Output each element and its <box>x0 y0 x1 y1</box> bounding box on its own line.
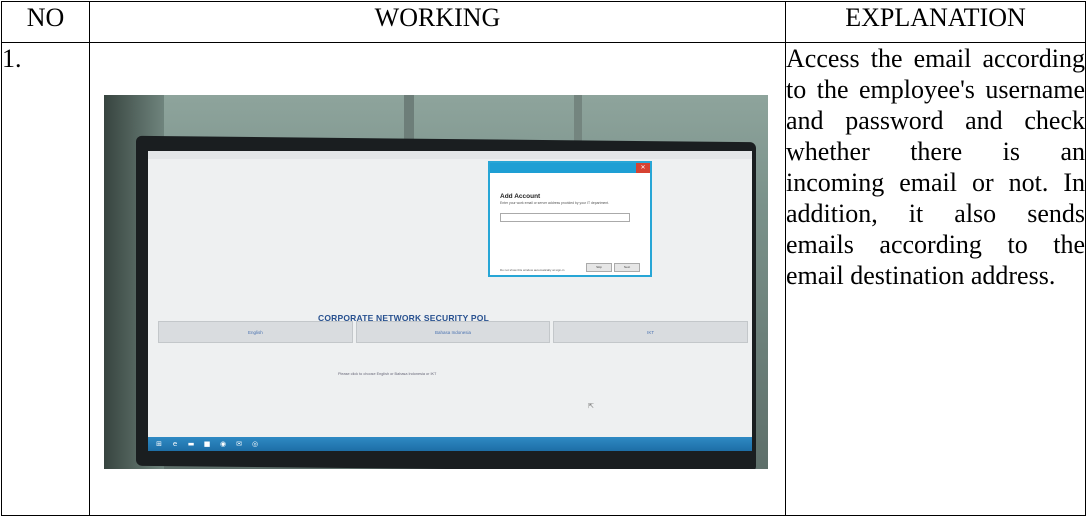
row-number: 1. <box>1 42 90 516</box>
add-account-dialog: Cisco Messaging ✕ Add Account Enter your… <box>488 161 652 277</box>
procedure-table: NO WORKING EXPLANATION 1. CORPORATE NETW… <box>1 1 1086 516</box>
header-working: WORKING <box>89 1 786 43</box>
lang-english: English <box>158 321 353 343</box>
dialog-text: Enter your work email or server address … <box>500 201 610 205</box>
monitor-screen: CORPORATE NETWORK SECURITY POL English B… <box>148 151 752 451</box>
lang-ikt: IKT <box>553 321 749 343</box>
working-cell: CORPORATE NETWORK SECURITY POL English B… <box>89 42 786 516</box>
explanation-text: Access the email according to the employ… <box>786 44 1085 290</box>
dialog-window-title: Cisco Messaging <box>542 177 577 182</box>
start-icon: ⊞ <box>156 439 162 448</box>
app-icon: ■ <box>203 439 211 448</box>
messaging-icon: ✉ <box>236 439 242 448</box>
dialog-heading: Add Account <box>500 193 541 200</box>
dialog-checkbox: Do not show this window automatically at… <box>500 268 565 272</box>
table-row: 1. CORPORATE NETWORK SECURITY POL Englis… <box>1 42 1086 516</box>
background-pole <box>404 95 414 145</box>
explanation-cell: Access the email according to the employ… <box>785 42 1086 516</box>
folder-icon: ▬ <box>187 439 195 448</box>
dialog-skip-button: Skip <box>586 263 612 272</box>
dialog-titlebar: Cisco Messaging ✕ <box>490 163 650 182</box>
language-hint: Please click to choose English or Bahasa… <box>338 372 437 376</box>
header-explanation: EXPLANATION <box>785 1 1086 43</box>
windows-taskbar: ⊞ e ▬ ■ ◉ ✉ ◎ <box>148 437 752 451</box>
language-bar: English Bahasa Indonesia IKT <box>158 321 749 343</box>
chrome-icon: ◉ <box>219 439 227 448</box>
lang-bahasa: Bahasa Indonesia <box>355 321 551 343</box>
browser-topbar <box>148 151 752 159</box>
app-icon: ◎ <box>251 439 259 448</box>
monitor-photo: CORPORATE NETWORK SECURITY POL English B… <box>104 95 768 469</box>
dialog-next-button: Next <box>614 263 640 272</box>
ie-icon: e <box>172 439 178 448</box>
background-pole <box>574 95 582 145</box>
dialog-email-input <box>500 213 630 222</box>
header-row: NO WORKING EXPLANATION <box>1 1 1086 43</box>
header-no: NO <box>1 1 90 43</box>
mouse-cursor-icon: ⇱ <box>588 402 594 410</box>
close-icon: ✕ <box>636 163 650 173</box>
